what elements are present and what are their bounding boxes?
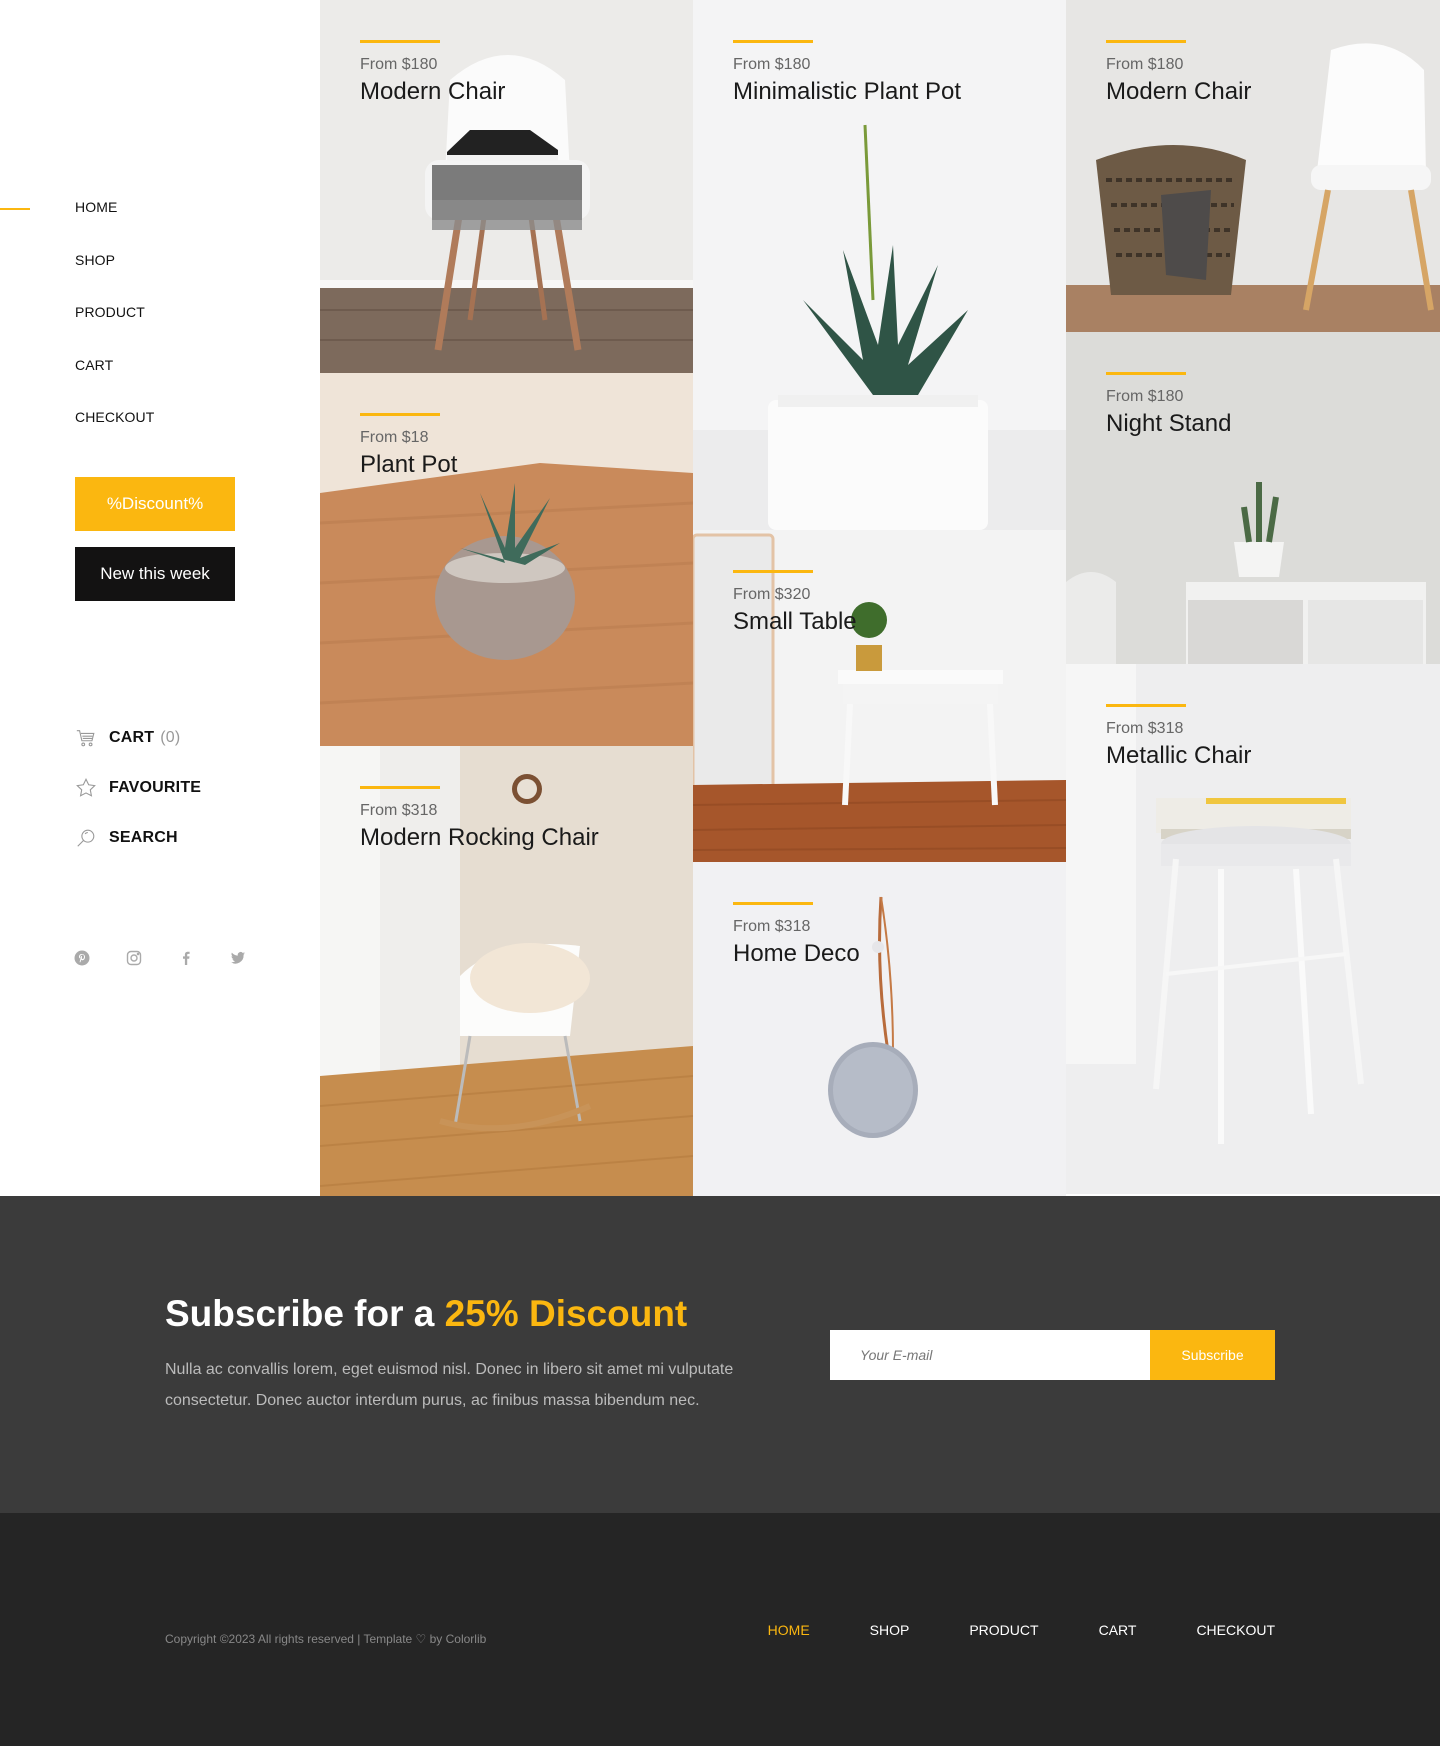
newsletter-section: Subscribe for a 25% Discount Nulla ac co… (0, 1196, 1440, 1513)
product-card[interactable]: From $180 Modern Chair (320, 0, 693, 373)
product-name: Minimalistic Plant Pot (733, 78, 962, 105)
price-accent-line (1106, 704, 1186, 707)
product-name: Modern Rocking Chair (360, 824, 599, 851)
nav-item-checkout[interactable]: CHECKOUT (75, 409, 154, 462)
product-image (1066, 0, 1440, 332)
nav-item-product[interactable]: PRODUCT (75, 304, 154, 357)
price-accent-line (733, 40, 813, 43)
copyright-text: Copyright ©2023 All rights reserved | Te… (165, 1632, 487, 1646)
twitter-icon[interactable] (230, 950, 246, 966)
product-image (693, 862, 1066, 1196)
product-name: Home Deco (733, 940, 860, 967)
product-card[interactable]: From $318 Modern Rocking Chair (320, 746, 693, 1196)
search-icon (77, 829, 95, 847)
favourite-link[interactable]: FAVOURITE (75, 763, 201, 813)
product-price: From $180 (733, 56, 811, 73)
product-card[interactable]: From $318 Home Deco (693, 862, 1066, 1196)
product-name: Night Stand (1106, 410, 1232, 437)
product-price: From $318 (1106, 720, 1184, 737)
cart-link[interactable]: CART (0) (75, 713, 201, 763)
product-name: Plant Pot (360, 451, 458, 478)
price-accent-line (1106, 372, 1186, 375)
nav-active-indicator (0, 208, 30, 210)
product-name: Modern Chair (360, 78, 506, 105)
product-name: Metallic Chair (1106, 742, 1252, 769)
main-nav: HOME SHOP PRODUCT CART CHECKOUT (75, 199, 154, 462)
product-name: Modern Chair (1106, 78, 1252, 105)
subscribe-button[interactable]: Subscribe (1150, 1330, 1275, 1380)
product-card[interactable]: From $320 Small Table (693, 530, 1066, 862)
product-price: From $320 (733, 586, 811, 603)
product-price: From $318 (733, 918, 811, 935)
footer-nav-home[interactable]: HOME (768, 1622, 810, 1638)
product-name: Small Table (733, 608, 857, 635)
pinterest-icon[interactable] (74, 950, 90, 966)
product-price: From $318 (360, 802, 438, 819)
product-card[interactable]: From $18 Plant Pot (320, 373, 693, 746)
nav-item-cart[interactable]: CART (75, 357, 154, 410)
product-card[interactable]: From $180 Minimalistic Plant Pot (693, 0, 1066, 530)
price-accent-line (1106, 40, 1186, 43)
new-this-week-button[interactable]: New this week (75, 547, 235, 601)
price-accent-line (360, 40, 440, 43)
favourite-label: FAVOURITE (109, 779, 202, 796)
cart-count: (0) (160, 729, 181, 746)
product-card[interactable]: From $180 Modern Chair (1066, 0, 1440, 332)
search-link[interactable]: SEARCH (75, 813, 201, 863)
footer-nav-product[interactable]: PRODUCT (969, 1622, 1038, 1638)
footer-nav-checkout[interactable]: CHECKOUT (1196, 1622, 1275, 1638)
newsletter-text: Nulla ac convallis lorem, eget euismod n… (165, 1361, 734, 1409)
footer-nav: HOME SHOP PRODUCT CART CHECKOUT (768, 1622, 1275, 1638)
product-card[interactable]: From $318 Metallic Chair (1066, 664, 1440, 1194)
facebook-icon[interactable] (178, 950, 194, 966)
newsletter-title-highlight: 25% Discount (444, 1293, 688, 1334)
footer-nav-shop[interactable]: SHOP (870, 1622, 910, 1638)
product-price: From $18 (360, 429, 429, 446)
price-accent-line (360, 786, 440, 789)
newsletter-title-prefix: Subscribe for a (165, 1293, 445, 1334)
side-links: CART (0) FAVOURITE SEARCH (75, 713, 201, 863)
price-accent-line (733, 570, 813, 573)
price-accent-line (733, 902, 813, 905)
cart-label: CART (109, 729, 155, 746)
sidebar: HOME SHOP PRODUCT CART CHECKOUT %Discoun… (0, 0, 320, 1196)
email-input[interactable] (830, 1330, 1150, 1380)
footer: Copyright ©2023 All rights reserved | Te… (0, 1513, 1440, 1746)
product-price: From $180 (360, 56, 438, 73)
product-price: From $180 (1106, 56, 1184, 73)
price-accent-line (360, 413, 440, 416)
product-image (1066, 332, 1440, 664)
nav-item-shop[interactable]: SHOP (75, 252, 154, 305)
social-links (74, 950, 246, 966)
footer-nav-cart[interactable]: CART (1099, 1622, 1137, 1638)
discount-button[interactable]: %Discount% (75, 477, 235, 531)
product-image (693, 530, 1066, 862)
star-icon (76, 778, 96, 797)
search-label: SEARCH (109, 829, 178, 846)
instagram-icon[interactable] (126, 950, 142, 966)
product-card[interactable]: From $180 Night Stand (1066, 332, 1440, 664)
newsletter-title: Subscribe for a 25% Discount (165, 1293, 687, 1335)
cart-icon (76, 730, 95, 747)
nav-item-home[interactable]: HOME (75, 199, 154, 252)
product-price: From $180 (1106, 388, 1184, 405)
